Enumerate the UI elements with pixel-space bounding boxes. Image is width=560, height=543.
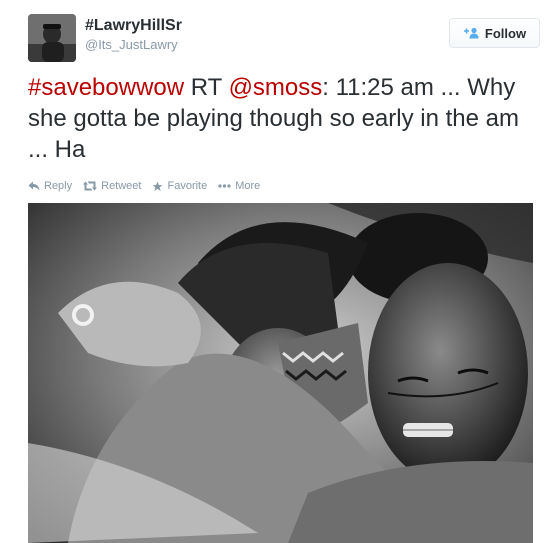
mention-link[interactable]: @smoss (229, 74, 323, 101)
more-button[interactable]: More (218, 180, 260, 192)
display-name[interactable]: #LawryHillSr (85, 16, 182, 36)
tweet-actions: Reply Retweet Favorite More (28, 180, 271, 192)
more-dots-icon (218, 184, 231, 188)
more-label: More (235, 180, 261, 192)
tweet-photo[interactable] (28, 203, 533, 543)
follow-button-label: Follow (484, 25, 527, 41)
retweet-icon (83, 181, 98, 191)
follow-button[interactable]: Follow (449, 18, 540, 48)
tweet-text-rt: RT (184, 74, 229, 101)
favorite-button[interactable]: Favorite (152, 180, 207, 192)
reply-button[interactable]: Reply (28, 180, 72, 192)
retweet-label: Retweet (101, 180, 142, 192)
avatar-image (28, 14, 76, 62)
user-handle[interactable]: @Its_JustLawry (85, 36, 182, 54)
favorite-label: Favorite (167, 180, 208, 192)
hashtag-link[interactable]: #savebowwow (28, 74, 184, 101)
retweet-button[interactable]: Retweet (83, 180, 141, 192)
photo-image (28, 203, 533, 543)
star-icon (152, 180, 164, 191)
add-user-icon (463, 27, 479, 39)
reply-label: Reply (44, 180, 73, 192)
tweet-header: #LawryHillSr @Its_JustLawry Follow (28, 14, 540, 62)
tweet-text: #savebowwow RT @smoss: 11:25 am ... Why … (28, 72, 533, 165)
avatar[interactable] (28, 14, 76, 62)
reply-icon (28, 181, 40, 191)
